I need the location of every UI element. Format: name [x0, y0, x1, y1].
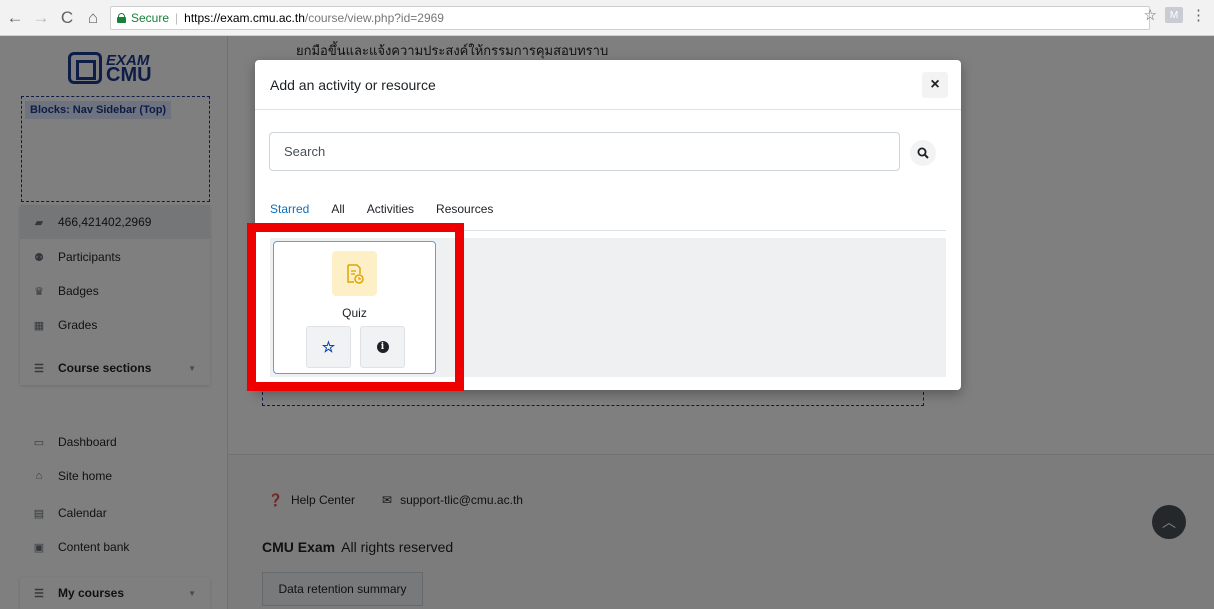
- address-bar[interactable]: Secure | https://exam.cmu.ac.th/course/v…: [110, 6, 1150, 30]
- forward-icon[interactable]: →: [30, 7, 52, 29]
- search-input[interactable]: Search: [269, 132, 900, 171]
- browser-menu-icon[interactable]: ⋮: [1191, 6, 1206, 24]
- bookmark-star-icon[interactable]: ☆: [1144, 6, 1157, 24]
- url-path: /course/view.php?id=2969: [304, 11, 444, 25]
- modal-header: Add an activity or resource ×: [255, 60, 961, 110]
- secure-label: Secure: [131, 11, 170, 25]
- search-button[interactable]: [910, 140, 936, 166]
- url-host: https://exam.cmu.ac.th: [184, 11, 305, 25]
- url-separator: |: [175, 11, 179, 25]
- tab-starred[interactable]: Starred: [270, 202, 309, 222]
- extension-icon[interactable]: M: [1165, 7, 1183, 23]
- highlight-annotation-box: [247, 223, 464, 391]
- search-placeholder: Search: [284, 144, 326, 159]
- tab-resources[interactable]: Resources: [436, 202, 493, 222]
- chooser-tabs: Starred All Activities Resources: [270, 202, 515, 222]
- close-icon: ×: [930, 76, 940, 93]
- lock-icon: [117, 13, 126, 23]
- tab-all[interactable]: All: [331, 202, 344, 222]
- tab-activities[interactable]: Activities: [367, 202, 414, 222]
- browser-toolbar: ← → C ⌂ Secure | https://exam.cmu.ac.th /…: [0, 0, 1214, 36]
- search-icon: [917, 147, 929, 159]
- back-icon[interactable]: ←: [4, 7, 26, 29]
- moodle-page: EXAM CMU Blocks: Nav Sidebar (Top) ▰ 466…: [0, 36, 1214, 609]
- home-icon[interactable]: ⌂: [82, 7, 104, 29]
- modal-title: Add an activity or resource: [270, 77, 436, 93]
- reload-icon[interactable]: C: [56, 7, 78, 29]
- close-button[interactable]: ×: [922, 72, 948, 98]
